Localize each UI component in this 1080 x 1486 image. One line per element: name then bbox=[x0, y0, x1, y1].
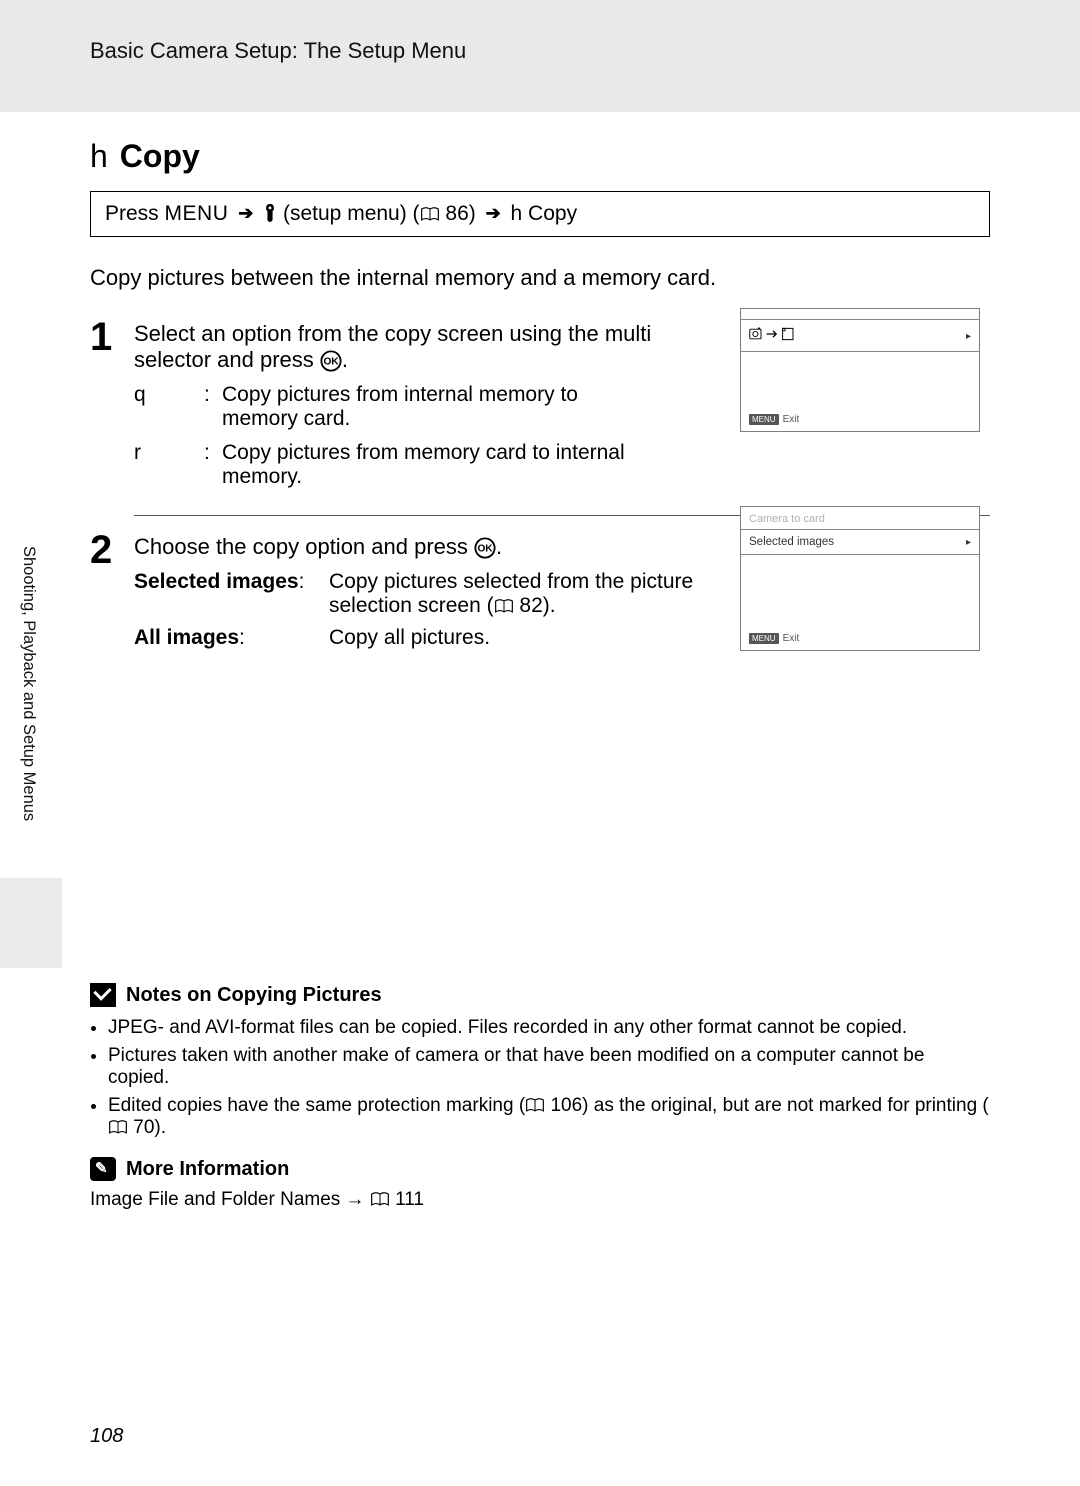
page-title: h Copy bbox=[90, 138, 990, 175]
chevron-right-icon bbox=[966, 330, 971, 342]
step-2-number: 2 bbox=[90, 530, 134, 658]
nav-suffix: h Copy bbox=[511, 202, 578, 225]
title-prefix: h bbox=[90, 138, 108, 174]
step-1-row-letter: q bbox=[134, 383, 204, 407]
arrow-icon bbox=[238, 203, 253, 224]
def-text-ref: 82). bbox=[514, 594, 556, 617]
check-icon bbox=[90, 983, 116, 1007]
def-label-all: All images: bbox=[134, 626, 329, 650]
book-icon bbox=[494, 594, 514, 617]
step-2-title-end: . bbox=[496, 534, 502, 559]
ms2-footer-label: Exit bbox=[783, 633, 800, 644]
svg-text:OK: OK bbox=[477, 544, 493, 555]
colon: : bbox=[204, 383, 222, 407]
camera-to-card-icon bbox=[749, 326, 797, 345]
step-1-title: Select an option from the copy screen us… bbox=[134, 321, 674, 373]
nav-ref1: 86) bbox=[440, 202, 476, 225]
step-1-row-text: Copy pictures from internal memory to me… bbox=[222, 383, 642, 431]
pencil-note-icon bbox=[90, 1157, 116, 1181]
nav-setup-text: (setup menu) ( bbox=[283, 202, 420, 225]
notes-bullet: Pictures taken with another make of came… bbox=[108, 1045, 990, 1089]
ok-icon: OK bbox=[320, 347, 342, 372]
notes-b3-mid: 106) as the original, but are not marked… bbox=[545, 1095, 989, 1116]
notes-title: Notes on Copying Pictures bbox=[126, 984, 382, 1007]
step-1-row-text: Copy pictures from memory card to intern… bbox=[222, 441, 642, 489]
ms2-row-text: Selected images bbox=[749, 536, 834, 548]
page-header: Basic Camera Setup: The Setup Menu bbox=[90, 38, 466, 63]
title-main: Copy bbox=[120, 138, 200, 174]
ms2-header-small: Camera to card bbox=[749, 513, 825, 525]
nav-press: Press bbox=[105, 202, 159, 225]
info-text-post: 111 bbox=[390, 1189, 424, 1210]
notes-list: JPEG- and AVI-format files can be copied… bbox=[90, 1017, 990, 1139]
notes-b3-pre: Edited copies have the same protection m… bbox=[108, 1095, 525, 1116]
book-icon bbox=[525, 1095, 545, 1116]
more-info-header: More Information bbox=[90, 1157, 990, 1181]
colon: : bbox=[239, 626, 245, 649]
more-info-text: Image File and Folder Names → 111 bbox=[90, 1189, 990, 1211]
book-icon bbox=[370, 1189, 390, 1210]
def-label-selected: Selected images: bbox=[134, 570, 329, 594]
step-1-number: 1 bbox=[90, 317, 134, 503]
page-number: 108 bbox=[90, 1425, 123, 1448]
sidebar-tab bbox=[0, 878, 62, 968]
step-1-row-letter: r bbox=[134, 441, 204, 465]
def-text-all: Copy all pictures. bbox=[329, 626, 490, 650]
def-text-selected: Copy pictures selected from the picture … bbox=[329, 570, 709, 618]
menu-badge: MENU bbox=[749, 633, 779, 644]
menu-button-label: MENU bbox=[165, 202, 229, 225]
colon: : bbox=[204, 441, 222, 465]
arrow-icon bbox=[486, 203, 501, 224]
book-icon bbox=[108, 1117, 128, 1138]
sidebar-section-label: Shooting, Playback and Setup Menus bbox=[19, 546, 38, 821]
menu-badge: MENU bbox=[749, 414, 779, 425]
camera-screen-1: MENU Exit bbox=[740, 308, 980, 432]
intro-text: Copy pictures between the internal memor… bbox=[90, 265, 990, 291]
svg-text:OK: OK bbox=[323, 357, 339, 368]
colon: : bbox=[299, 570, 305, 593]
nav-path-box: Press MENU (setup menu) ( 86) h Copy bbox=[90, 191, 990, 237]
step-1-title-end: . bbox=[342, 347, 348, 372]
ms1-footer-label: Exit bbox=[783, 414, 800, 425]
step-2-title: Choose the copy option and press OK. bbox=[134, 534, 694, 560]
camera-screen-2: Camera to card Selected images MENU Exit bbox=[740, 506, 980, 651]
def-label-bold: Selected images bbox=[134, 570, 299, 593]
notes-bullet: JPEG- and AVI-format files can be copied… bbox=[108, 1017, 990, 1039]
def-label-bold: All images bbox=[134, 626, 239, 649]
notes-b3-post: 70). bbox=[128, 1117, 166, 1138]
info-text-pre: Image File and Folder Names → bbox=[90, 1189, 370, 1210]
ok-icon: OK bbox=[474, 534, 496, 559]
more-info-title: More Information bbox=[126, 1158, 289, 1181]
step-1-title-text: Select an option from the copy screen us… bbox=[134, 321, 651, 372]
step-2-title-text: Choose the copy option and press bbox=[134, 534, 474, 559]
chevron-right-icon bbox=[966, 536, 971, 548]
notes-bullet: Edited copies have the same protection m… bbox=[108, 1095, 990, 1139]
book-icon bbox=[420, 202, 440, 225]
wrench-icon bbox=[263, 202, 277, 225]
notes-header: Notes on Copying Pictures bbox=[90, 983, 990, 1007]
